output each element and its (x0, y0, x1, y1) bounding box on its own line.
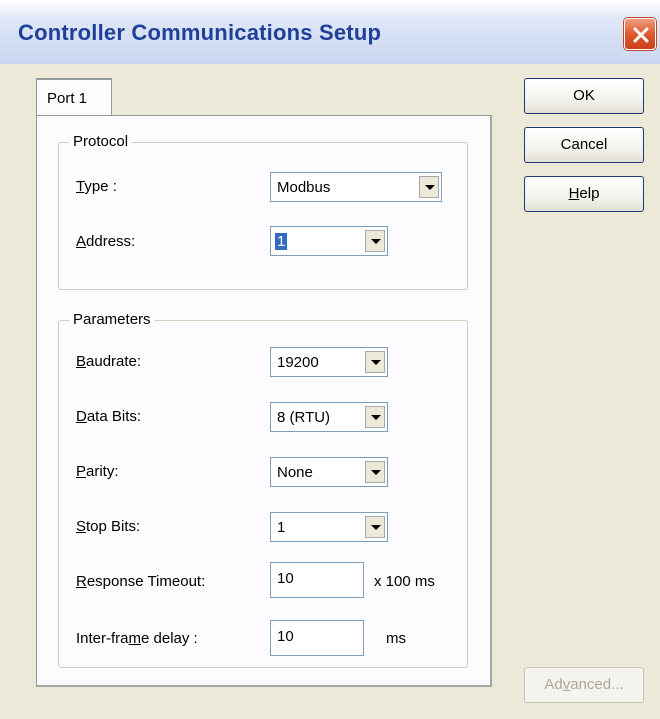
tab-port-1-label: Port 1 (47, 90, 88, 107)
response-timeout-label: Response Timeout: (76, 573, 206, 590)
interframe-delay-label: Inter-frame delay : (76, 630, 198, 647)
protocol-group-title: Protocol (69, 133, 133, 150)
tab-port-1[interactable]: Port 1 (36, 78, 112, 116)
stop-bits-select[interactable]: 1 (270, 512, 388, 542)
address-label: Address: (76, 233, 136, 250)
parity-label: Parity: (76, 463, 119, 480)
stop-bits-label: Stop Bits: (76, 518, 141, 535)
interframe-delay-input[interactable]: 10 (270, 620, 364, 656)
stop-bits-value: 1 (277, 519, 286, 536)
chevron-down-icon[interactable] (365, 351, 385, 373)
dialog-window: Controller Communications Setup Port 1 P… (0, 0, 660, 719)
close-button[interactable] (624, 18, 656, 50)
type-value: Modbus (277, 179, 331, 196)
baudrate-select[interactable]: 19200 (270, 347, 388, 377)
advanced-button-label: Advanced... (544, 676, 624, 693)
advanced-button[interactable]: Advanced... (524, 667, 644, 703)
parameters-group-title: Parameters (69, 311, 155, 328)
type-label: Type : (76, 178, 117, 195)
cancel-button-label: Cancel (560, 136, 608, 153)
address-select[interactable]: 1 (270, 226, 388, 256)
response-timeout-unit: x 100 ms (374, 573, 435, 590)
help-button-label: Help (568, 185, 600, 202)
interframe-delay-value: 10 (277, 628, 294, 645)
parity-value: None (277, 464, 313, 481)
chevron-down-icon[interactable] (419, 176, 439, 198)
window-title: Controller Communications Setup (18, 20, 382, 45)
parameters-group: Parameters (58, 311, 468, 668)
close-icon (633, 27, 649, 43)
chevron-down-icon[interactable] (365, 516, 385, 538)
ok-button-label: OK (573, 87, 595, 104)
title-bar[interactable]: Controller Communications Setup (0, 0, 660, 64)
chevron-down-icon[interactable] (365, 230, 385, 252)
address-value: 1 (275, 233, 288, 250)
type-select[interactable]: Modbus (270, 172, 442, 202)
baudrate-value: 19200 (277, 354, 319, 371)
data-bits-value: 8 (RTU) (277, 409, 331, 426)
data-bits-select[interactable]: 8 (RTU) (270, 402, 388, 432)
ok-button[interactable]: OK (524, 78, 644, 114)
chevron-down-icon[interactable] (365, 461, 385, 483)
response-timeout-input[interactable]: 10 (270, 562, 364, 598)
help-button[interactable]: Help (524, 176, 644, 212)
data-bits-label: Data Bits: (76, 408, 142, 425)
cancel-button[interactable]: Cancel (524, 127, 644, 163)
baudrate-label: Baudrate: (76, 353, 142, 370)
chevron-down-icon[interactable] (365, 406, 385, 428)
protocol-group: Protocol (58, 133, 468, 290)
parity-select[interactable]: None (270, 457, 388, 487)
interframe-delay-unit: ms (386, 630, 406, 647)
response-timeout-value: 10 (277, 570, 294, 587)
